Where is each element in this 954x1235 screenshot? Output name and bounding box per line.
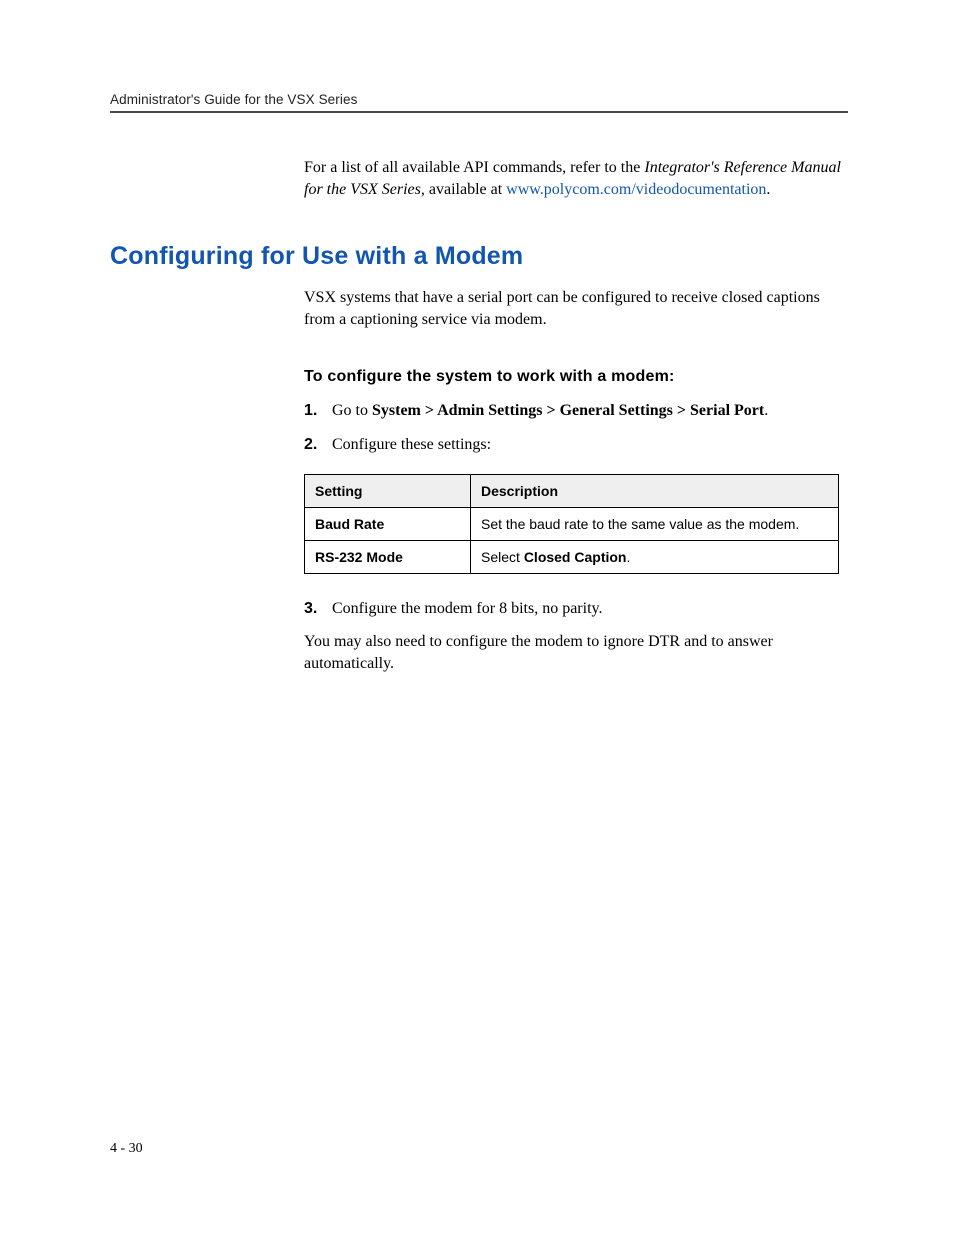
table-row2-setting: RS-232 Mode bbox=[305, 540, 471, 573]
intro-block: For a list of all available API commands… bbox=[304, 157, 848, 200]
step-1-pre: Go to bbox=[332, 402, 372, 419]
table-row2-desc-post: . bbox=[626, 549, 630, 565]
step-1-text: Go to System > Admin Settings > General … bbox=[332, 400, 768, 422]
steps-list: 1. Go to System > Admin Settings > Gener… bbox=[304, 400, 848, 455]
intro-text-before: For a list of all available API commands… bbox=[304, 159, 644, 176]
section-para-1: VSX systems that have a serial port can … bbox=[304, 287, 848, 330]
section-heading: Configuring for Use with a Modem bbox=[110, 242, 848, 271]
step-2: 2. Configure these settings: bbox=[304, 434, 848, 456]
step-3-text: Configure the modem for 8 bits, no parit… bbox=[332, 598, 602, 620]
step-2-number: 2. bbox=[304, 436, 332, 454]
page-number: 4 - 30 bbox=[110, 1141, 143, 1157]
table-row: RS-232 Mode Select Closed Caption. bbox=[305, 540, 839, 573]
intro-text-after: , available at bbox=[421, 181, 506, 198]
closing-paragraph: You may also need to configure the modem… bbox=[304, 631, 848, 674]
documentation-link[interactable]: www.polycom.com/videodocumentation bbox=[506, 181, 766, 198]
table-header-setting: Setting bbox=[305, 474, 471, 507]
section-body: VSX systems that have a serial port can … bbox=[304, 287, 848, 674]
step-2-text: Configure these settings: bbox=[332, 434, 491, 456]
step-3-number: 3. bbox=[304, 600, 332, 618]
step-1-number: 1. bbox=[304, 402, 332, 420]
step-1: 1. Go to System > Admin Settings > Gener… bbox=[304, 400, 848, 422]
table-header-description: Description bbox=[471, 474, 839, 507]
steps-list-continued: 3. Configure the modem for 8 bits, no pa… bbox=[304, 598, 848, 620]
table-row: Baud Rate Set the baud rate to the same … bbox=[305, 507, 839, 540]
table-row2-desc-pre: Select bbox=[481, 549, 524, 565]
intro-period: . bbox=[766, 181, 770, 198]
table-row2-desc: Select Closed Caption. bbox=[471, 540, 839, 573]
table-header-row: Setting Description bbox=[305, 474, 839, 507]
intro-paragraph: For a list of all available API commands… bbox=[304, 157, 848, 200]
step-3: 3. Configure the modem for 8 bits, no pa… bbox=[304, 598, 848, 620]
step-1-nav-path: System > Admin Settings > General Settin… bbox=[372, 402, 764, 419]
table-row1-desc: Set the baud rate to the same value as t… bbox=[471, 507, 839, 540]
table-row2-desc-bold: Closed Caption bbox=[524, 549, 627, 565]
settings-table: Setting Description Baud Rate Set the ba… bbox=[304, 474, 839, 574]
step-1-post: . bbox=[764, 402, 768, 419]
table-row1-setting: Baud Rate bbox=[305, 507, 471, 540]
header-rule bbox=[110, 111, 848, 113]
running-header: Administrator's Guide for the VSX Series bbox=[110, 92, 848, 111]
procedure-heading: To configure the system to work with a m… bbox=[304, 368, 848, 386]
page-container: Administrator's Guide for the VSX Series… bbox=[0, 0, 954, 1235]
